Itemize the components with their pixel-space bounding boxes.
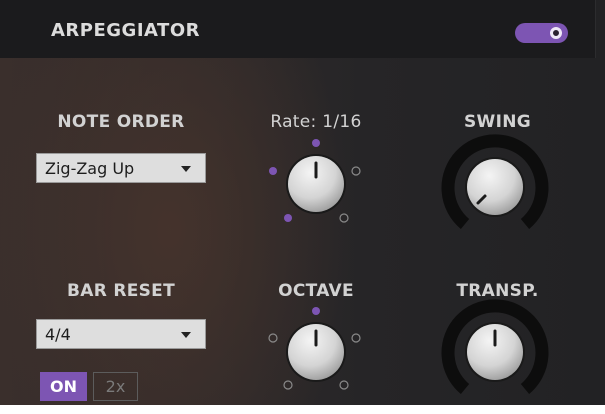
rate-label: Rate: 1/16 bbox=[270, 112, 362, 132]
power-toggle[interactable] bbox=[515, 23, 568, 43]
rate-step-dot bbox=[312, 139, 320, 147]
transpose-label: TRANSP. bbox=[456, 281, 539, 301]
arpeggiator-panel: ARPEGGIATOR NOTE ORDER Zig-Zag Up BAR RE… bbox=[0, 0, 605, 405]
octave-step-dot bbox=[312, 307, 320, 315]
bar-reset-on-button[interactable]: ON bbox=[40, 372, 87, 401]
swing-label: SWING bbox=[463, 112, 531, 132]
swing-knob[interactable] bbox=[435, 134, 555, 245]
rate-step-dot bbox=[351, 166, 361, 176]
rate-knob[interactable] bbox=[255, 130, 375, 240]
panel-header: ARPEGGIATOR bbox=[0, 0, 596, 58]
rate-step-dot bbox=[284, 214, 292, 222]
octave-knob[interactable] bbox=[255, 296, 375, 406]
chevron-down-icon bbox=[181, 166, 191, 172]
octave-step-dot bbox=[283, 380, 293, 390]
note-order-label: NOTE ORDER bbox=[57, 112, 185, 132]
bar-reset-label: BAR RESET bbox=[67, 281, 175, 301]
bar-reset-value: 4/4 bbox=[45, 325, 71, 344]
rate-step-dot bbox=[269, 167, 277, 175]
chevron-down-icon bbox=[181, 332, 191, 338]
octave-step-dot bbox=[339, 380, 349, 390]
panel-title: ARPEGGIATOR bbox=[51, 20, 200, 41]
octave-step-dot bbox=[268, 333, 278, 343]
rate-step-dot bbox=[339, 213, 349, 223]
note-order-dropdown[interactable]: Zig-Zag Up bbox=[36, 153, 206, 183]
transpose-knob[interactable] bbox=[435, 299, 555, 405]
bar-reset-dropdown[interactable]: 4/4 bbox=[36, 319, 206, 349]
bar-reset-2x-button[interactable]: 2x bbox=[93, 372, 138, 401]
toggle-knob bbox=[550, 27, 562, 39]
octave-step-dot bbox=[351, 333, 361, 343]
note-order-value: Zig-Zag Up bbox=[45, 159, 135, 178]
